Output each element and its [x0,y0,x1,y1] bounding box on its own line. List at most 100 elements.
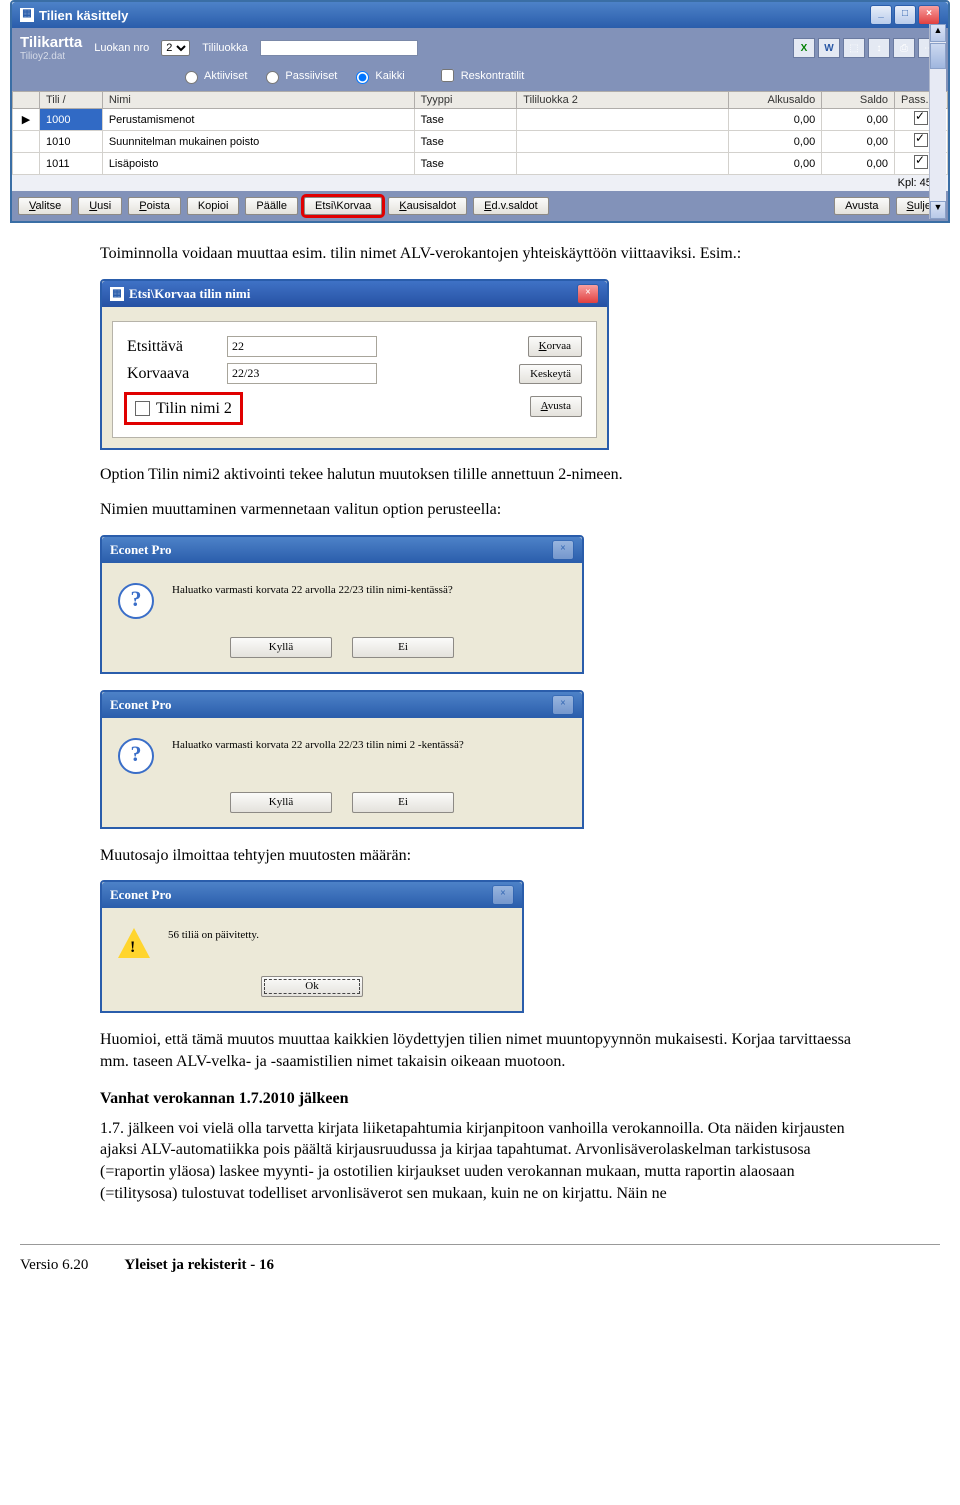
close-button[interactable]: × [552,695,574,715]
reskontratilit-checkbox[interactable]: Reskontratilit [437,66,525,85]
cell-alku[interactable]: 0,00 [729,109,822,131]
heading-vanhat: Vanhat verokannan 1.7.2010 jälkeen [100,1088,860,1110]
avusta-button[interactable]: Avusta [834,197,889,215]
avusta-button[interactable]: Avusta [530,396,582,417]
close-button[interactable]: × [552,540,574,560]
korvaa-button[interactable]: Korvaa [528,336,582,357]
warning-icon [118,928,150,958]
yes-button[interactable]: Kyllä [230,637,332,658]
app-icon: ▦ [20,8,34,22]
question-icon: ? [118,583,154,619]
radio-passiiviset[interactable]: Passiiviset [261,68,337,84]
col-tili[interactable]: Tili / [39,92,102,109]
dialog-title: Econet Pro [110,696,172,714]
cell-nimi[interactable]: Lisäpoisto [102,153,414,175]
subheader: Tilikartta Tilioy2.dat Luokan nro 2 Tili… [12,30,948,66]
print-icon[interactable]: ⎙ [893,38,915,58]
option-label: Tilin nimi 2 [156,398,232,420]
close-button[interactable]: × [577,284,599,304]
etsi-korvaa-button[interactable]: Etsi\Korvaa [304,197,382,215]
grid-header-row: Tili / Nimi Tyyppi Tililuokka 2 Alkusald… [13,92,948,109]
message-text: 56 tiliä on päivitetty. [168,928,259,943]
window-title: Tilien käsittely [39,8,128,23]
table-row[interactable]: ▶ 1000 Perustamismenot Tase 0,00 0,00 [13,109,948,131]
valitse-button[interactable]: Valitse [18,197,72,215]
cell-tili[interactable]: 1011 [39,153,102,175]
sort-icon[interactable]: ↕ [868,38,890,58]
cell-alku[interactable]: 0,00 [729,153,822,175]
cell-alku[interactable]: 0,00 [729,131,822,153]
cell-tyyppi[interactable]: Tase [414,131,517,153]
uusi-button[interactable]: Uusi [78,197,122,215]
col-nimi[interactable]: Nimi [102,92,414,109]
paragraph: Muutosajo ilmoittaa tehtyjen muutosten m… [100,845,860,867]
ok-button[interactable]: Ok [261,976,363,997]
tililuokka-input[interactable] [260,40,418,56]
confirm-dialog-1: Econet Pro × ? Haluatko varmasti korvata… [100,535,584,674]
korvaava-input[interactable] [227,363,377,384]
file-name: Tilioy2.dat [20,51,82,62]
cell-nimi[interactable]: Suunnitelman mukainen poisto [102,131,414,153]
cell-tyyppi[interactable]: Tase [414,153,517,175]
page-footer: Versio 6.20 Yleiset ja rekisterit - 16 [20,1244,940,1274]
filter-radios: Aktiiviset Passiiviset Kaikki [180,68,405,84]
tililuokka-label: Tililuokka [202,42,247,54]
minimize-button[interactable]: _ [870,5,892,25]
keskeyta-button[interactable]: Keskeytä [519,364,582,385]
table-row[interactable]: 1010 Suunnitelman mukainen poisto Tase 0… [13,131,948,153]
vertical-scrollbar[interactable]: ▲ ▼ [929,24,946,219]
cell-saldo[interactable]: 0,00 [822,153,895,175]
cell-tyyppi[interactable]: Tase [414,109,517,131]
cell-tl2[interactable] [517,109,729,131]
word-icon[interactable]: W [818,38,840,58]
message-text: Haluatko varmasti korvata 22 arvolla 22/… [172,738,464,753]
tilin-nimi2-option[interactable]: Tilin nimi 2 [127,395,240,423]
luokan-nro-select[interactable]: 2 [161,40,190,56]
kausisaldot-button[interactable]: Kausisaldot [388,197,467,215]
etsittava-label: Etsittävä [127,336,217,358]
no-button[interactable]: Ei [352,792,454,813]
paragraph: Toiminnolla voidaan muuttaa esim. tilin … [100,243,860,265]
grid-icon[interactable]: ⬚ [843,38,865,58]
maximize-button[interactable]: □ [894,5,916,25]
button-row: Valitse Uusi Poista Kopioi Päälle Etsi\K… [12,191,948,221]
paalle-button[interactable]: Päälle [245,197,298,215]
etsi-korvaa-dialog: ▦ Etsi\Korvaa tilin nimi × Etsittävä Kor… [100,279,609,450]
row-indicator: ▶ [13,109,40,131]
tilikartta-label: Tilikartta [20,34,82,51]
cell-tl2[interactable] [517,131,729,153]
no-button[interactable]: Ei [352,637,454,658]
cell-saldo[interactable]: 0,00 [822,109,895,131]
app-icon: ▦ [110,287,124,301]
excel-icon[interactable]: X [793,38,815,58]
dialog-title: Econet Pro [110,541,172,559]
cell-saldo[interactable]: 0,00 [822,131,895,153]
cell-tili[interactable]: 1010 [39,131,102,153]
close-button[interactable]: × [492,885,514,905]
kopioi-button[interactable]: Kopioi [187,197,240,215]
cell-tl2[interactable] [517,153,729,175]
radio-kaikki[interactable]: Kaikki [351,68,404,84]
paragraph: Huomioi, että tämä muutos muuttaa kaikki… [100,1029,860,1072]
korvaava-label: Korvaava [127,363,217,385]
table-row[interactable]: 1011 Lisäpoisto Tase 0,00 0,00 [13,153,948,175]
cell-nimi[interactable]: Perustamismenot [102,109,414,131]
page-label: Yleiset ja rekisterit - 16 [124,1257,274,1274]
col-saldo[interactable]: Saldo [822,92,895,109]
kpl-count: Kpl: 459 [12,175,948,191]
message-text: Haluatko varmasti korvata 22 arvolla 22/… [172,583,453,598]
poista-button[interactable]: Poista [128,197,181,215]
col-alkusaldo[interactable]: Alkusaldo [729,92,822,109]
edvsaldot-button[interactable]: Ed.v.saldot [473,197,549,215]
col-tililuokka2[interactable]: Tililuokka 2 [517,92,729,109]
yes-button[interactable]: Kyllä [230,792,332,813]
version-label: Versio 6.20 [20,1257,88,1274]
col-tyyppi[interactable]: Tyyppi [414,92,517,109]
window-titlebar: ▦ Tilien käsittely _ □ × [12,2,948,28]
cell-tili[interactable]: 1000 [39,109,102,131]
radio-aktiiviset[interactable]: Aktiiviset [180,68,247,84]
dialog-title: Econet Pro [110,886,172,904]
close-button[interactable]: × [918,5,940,25]
toolbar-icons: X W ⬚ ↕ ⎙ ⋯ [793,38,940,58]
etsittava-input[interactable] [227,336,377,357]
